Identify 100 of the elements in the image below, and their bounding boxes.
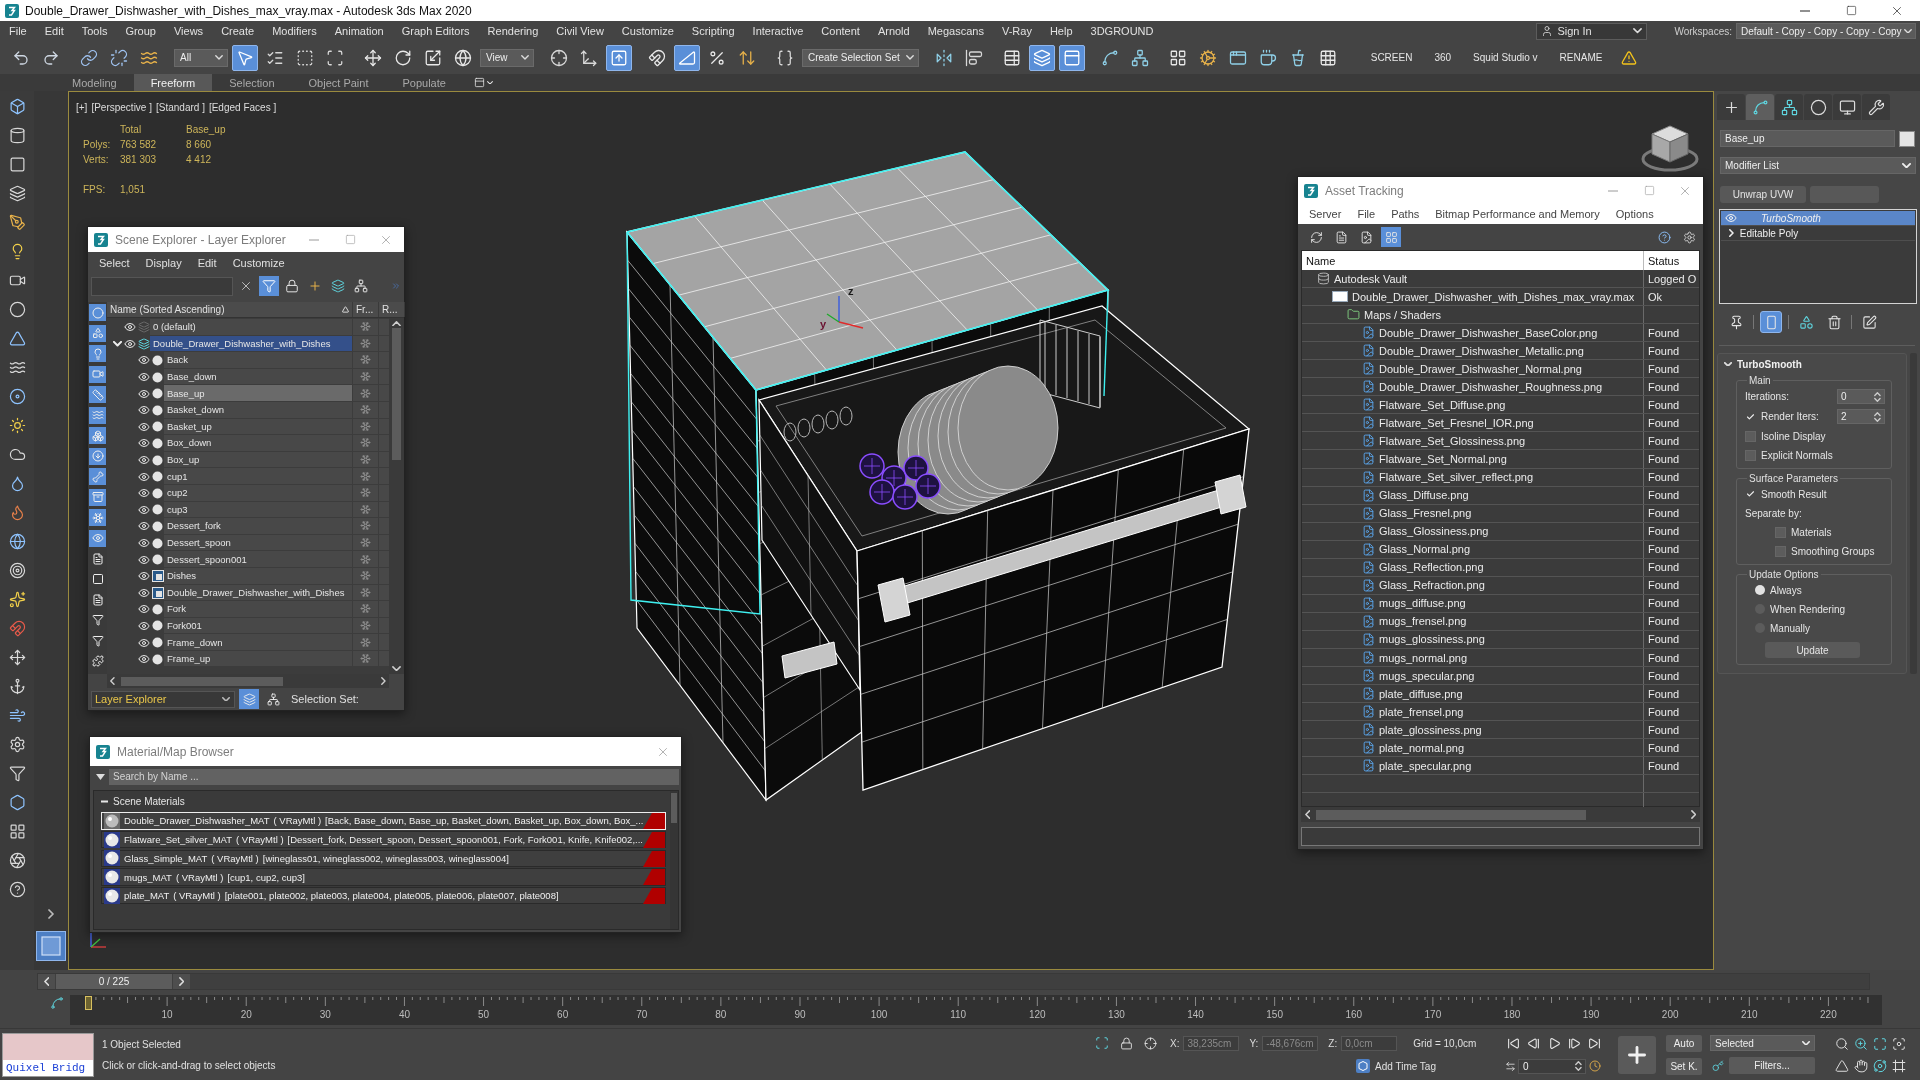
- menu-item[interactable]: Civil View: [547, 22, 613, 40]
- auto-key-button[interactable]: Auto: [1666, 1034, 1702, 1052]
- asset-name[interactable]: Double_Drawer_Dishwasher_Roughness.png: [1379, 380, 1603, 393]
- rollout-header[interactable]: TurboSmooth: [1718, 357, 1906, 371]
- panel-tab[interactable]: [1804, 94, 1832, 120]
- checkbox[interactable]: [1745, 411, 1756, 422]
- previous-frame-button[interactable]: [38, 973, 55, 989]
- set-key-button[interactable]: [1618, 1035, 1656, 1074]
- toolbar-dropdown[interactable]: All: [174, 48, 228, 67]
- object-name-field[interactable]: Base_up: [1720, 130, 1895, 147]
- asset-name[interactable]: mugs_frensel.png: [1379, 615, 1467, 628]
- script-button[interactable]: 360: [1430, 50, 1456, 65]
- spinner-field[interactable]: 0: [1837, 389, 1885, 404]
- frame-field[interactable]: 0: [1518, 1058, 1586, 1074]
- tree-item[interactable]: cup1: [164, 468, 352, 485]
- scrollbar[interactable]: [389, 318, 404, 674]
- toolbar-button[interactable]: [674, 44, 700, 71]
- asset-name[interactable]: Flatware_Set_Glossiness.png: [1379, 434, 1526, 447]
- asset-name[interactable]: Flatware_Set_Normal.png: [1379, 453, 1507, 465]
- key-filter-dropdown[interactable]: Selected: [1710, 1035, 1815, 1051]
- menu-item[interactable]: Select: [91, 257, 138, 269]
- asset-name[interactable]: plate_frensel.png: [1379, 705, 1464, 718]
- asset-name[interactable]: Double_Drawer_Dishwasher_Metallic.png: [1379, 344, 1584, 357]
- panel-tab[interactable]: [1775, 94, 1803, 120]
- filter-button[interactable]: [89, 365, 106, 383]
- column-header[interactable]: R...: [379, 302, 405, 317]
- asset-name[interactable]: Autodesk Vault: [1334, 272, 1408, 285]
- tree-item[interactable]: Fork: [164, 601, 352, 618]
- asset-name[interactable]: Glass_Normal.png: [1379, 543, 1471, 556]
- menu-item[interactable]: Options: [1607, 208, 1662, 220]
- panel-tab[interactable]: [1717, 94, 1745, 120]
- menu-item[interactable]: Tools: [72, 22, 117, 40]
- asset-name[interactable]: Double_Drawer_Dishwasher_BaseColor.png: [1379, 326, 1598, 339]
- sign-in-button[interactable]: Sign In: [1536, 22, 1648, 40]
- filters-button[interactable]: Filters...: [1729, 1057, 1815, 1074]
- toolbar-button[interactable]: [606, 44, 632, 71]
- workspace-dropdown[interactable]: Default - Copy - Copy - Copy - Copy: [1736, 23, 1916, 39]
- checkbox[interactable]: [1745, 430, 1756, 442]
- menu-item[interactable]: Edit: [189, 257, 225, 269]
- scrollbar-thumb[interactable]: [671, 793, 677, 823]
- menu-item[interactable]: Edit: [35, 22, 73, 40]
- material-item[interactable]: Flatware_Set_silver_MAT ( VRayMtl ) [Dessert_fork, Dessert_spoon, Dessert_spoon001, Fork, Fork001, Knife, Knife002,...: [101, 830, 666, 849]
- column-header[interactable]: Name: [1302, 251, 1643, 270]
- ribbon-tab[interactable]: Modeling: [55, 74, 134, 91]
- script-button[interactable]: Squid Studio v: [1469, 50, 1542, 65]
- filter-button[interactable]: [89, 488, 106, 506]
- asset-name[interactable]: mugs_glossiness.png: [1379, 633, 1485, 646]
- material-item[interactable]: mugs_MAT ( VRayMtl ) [cup1, cup2, cup3]: [101, 868, 666, 886]
- asset-name[interactable]: mugs_diffuse.png: [1379, 597, 1466, 610]
- time-tag-button[interactable]: Add Time Tag: [1356, 1059, 1436, 1073]
- stack-item[interactable]: Editable Poly: [1721, 226, 1915, 241]
- menu-item[interactable]: Create: [212, 22, 264, 40]
- asset-name[interactable]: Double_Drawer_Dishwasher_with_Dishes_max_vray.max: [1352, 290, 1635, 303]
- quixel-bridge-button[interactable]: Quixel Bridg: [2, 1032, 94, 1077]
- curve-editor-button[interactable]: [48, 995, 66, 1011]
- menu-item[interactable]: Bitmap Performance and Memory: [1427, 208, 1608, 220]
- material-item[interactable]: plate_MAT ( VRayMtl ) [plate001, plate002, plate003, plate004, plate005, plate006, plate007, plate008]: [101, 886, 666, 905]
- menu-item[interactable]: Scripting: [682, 22, 744, 40]
- asset-name[interactable]: Double_Drawer_Dishwasher_Normal.png: [1379, 362, 1582, 375]
- asset-name[interactable]: Glass_Glossiness.png: [1379, 525, 1489, 538]
- color-swatch-icon[interactable]: [1899, 130, 1915, 147]
- menu-item[interactable]: File: [1349, 208, 1384, 220]
- tree-item[interactable]: Dessert_fork: [164, 518, 352, 535]
- checkbox[interactable]: [1745, 449, 1756, 461]
- material-item[interactable]: Glass_Simple_MAT ( VRayMtl ) [wineglass01, wineglass002, wineglass003, wineglass004]: [101, 849, 666, 868]
- filter-button[interactable]: [89, 406, 106, 424]
- asset-name[interactable]: Maps / Shaders: [1364, 308, 1442, 321]
- scrollbar[interactable]: [670, 791, 678, 929]
- toolbar-dropdown[interactable]: View: [480, 48, 534, 67]
- ribbon-tab[interactable]: Freeform: [133, 74, 213, 91]
- filter-button[interactable]: [89, 529, 106, 547]
- ribbon-tab[interactable]: Object Paint: [291, 74, 386, 91]
- asset-name[interactable]: Glass_Fresnel.png: [1379, 507, 1472, 520]
- menu-item[interactable]: Group: [116, 22, 165, 40]
- group-header[interactable]: Scene Materials: [101, 794, 666, 809]
- tree-item[interactable]: Base_up: [164, 385, 352, 402]
- menu-item[interactable]: Customize: [224, 257, 293, 269]
- modifier-button[interactable]: Unwrap UVW: [1720, 186, 1806, 203]
- menu-item[interactable]: Interactive: [743, 22, 813, 40]
- menu-item[interactable]: Graph Editors: [392, 22, 479, 40]
- filter-button[interactable]: [89, 652, 106, 670]
- menu-item[interactable]: Server: [1301, 208, 1350, 220]
- toolbar-button[interactable]: [1028, 44, 1055, 71]
- scrollbar-thumb[interactable]: [120, 676, 283, 686]
- tree-item[interactable]: Dessert_spoon001: [164, 551, 352, 568]
- material-item[interactable]: Double_Drawer_Dishwasher_MAT ( VRayMtl ) [Back, Base_down, Base_up, Basket_down, Basket_up, Box_down, Box_...: [101, 812, 666, 830]
- menu-item[interactable]: Rendering: [478, 22, 548, 40]
- modifier-list-dropdown[interactable]: Modifier List: [1720, 157, 1916, 174]
- asset-name[interactable]: Flatware_Set_silver_reflect.png: [1379, 471, 1534, 484]
- menu-item[interactable]: Megascans: [918, 22, 993, 40]
- asset-name[interactable]: mugs_specular.png: [1379, 669, 1475, 682]
- menu-item[interactable]: V-Ray: [992, 22, 1041, 40]
- menu-item[interactable]: Help: [1040, 22, 1082, 40]
- dropdown-triangle-icon[interactable]: [96, 773, 105, 780]
- menu-item[interactable]: Animation: [325, 22, 393, 40]
- tree-item[interactable]: Back: [164, 352, 352, 369]
- tree-item[interactable]: Box_down: [164, 435, 352, 452]
- toolbar-dropdown[interactable]: Create Selection Set: [802, 48, 919, 67]
- viewport-menu-label[interactable]: [Edged Faces ]: [208, 102, 277, 113]
- update-button[interactable]: Update: [1765, 642, 1860, 658]
